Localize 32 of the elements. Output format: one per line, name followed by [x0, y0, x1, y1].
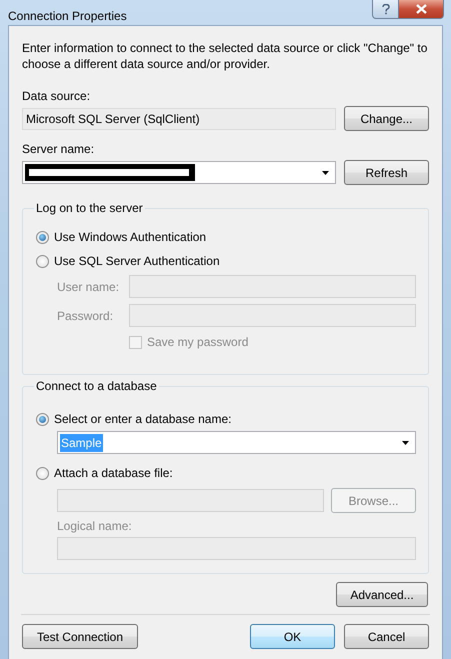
group-title: Log on to the server: [35, 201, 144, 215]
window-title: Connection Properties: [8, 8, 127, 25]
field-label: Server name:: [22, 142, 96, 157]
dialog-button[interactable]: Test Connection: [22, 624, 138, 649]
group-title: Connect to a database: [35, 379, 158, 393]
dialog-button[interactable]: OK: [250, 624, 335, 649]
close-button[interactable]: [399, 0, 444, 19]
field-label: Password:: [57, 308, 114, 324]
combo-value: Sample: [60, 434, 103, 452]
field-label: Data source:: [22, 89, 92, 104]
refresh-button[interactable]: Refresh: [344, 160, 429, 185]
data-source-field: Microsoft SQL Server (SqlClient): [22, 108, 336, 130]
radio-label[interactable]: Use SQL Server Authentication: [54, 252, 220, 270]
radio-button[interactable]: [36, 412, 49, 426]
instruction-text: Enter information to connect to the selected data source or click "Change" to choose a different data source and/or provider.: [22, 40, 428, 72]
server-name-combo[interactable]: [22, 161, 336, 184]
advanced-button[interactable]: Advanced...: [336, 582, 428, 607]
dialog-button[interactable]: Cancel: [344, 624, 429, 649]
close-icon: [416, 4, 426, 14]
change-button[interactable]: Change...: [344, 106, 429, 131]
radio-button[interactable]: [36, 466, 49, 480]
caret-icon: [402, 440, 409, 444]
field-label: Logical name:: [57, 519, 133, 534]
field-label: User name:: [57, 278, 120, 296]
radio-label[interactable]: Use Windows Authentication: [54, 228, 206, 246]
help-icon: [382, 4, 390, 14]
caret-icon: [322, 170, 329, 174]
radio-button[interactable]: [36, 230, 49, 244]
radio-label[interactable]: Select or enter a database name:: [54, 410, 232, 428]
help-button[interactable]: [372, 0, 399, 19]
radio-button[interactable]: [36, 254, 49, 268]
radio-label[interactable]: Attach a database file:: [54, 464, 173, 482]
